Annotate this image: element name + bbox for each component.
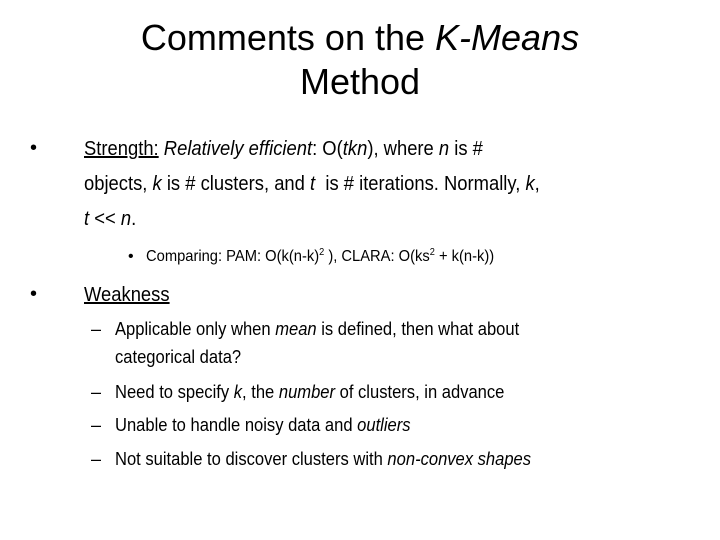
slide-title: Comments on the K-Means Method [0, 16, 720, 104]
title-line-1: Comments on the K-Means [140, 17, 580, 58]
bullet-marker: • [30, 137, 38, 159]
weakness-label-line: Weakness [84, 283, 177, 307]
strength-line-3: t << n. [84, 208, 137, 230]
dash-marker: – [91, 382, 102, 402]
title-line-2: Method [299, 61, 421, 102]
strength-label: Strength: [84, 138, 159, 160]
weakness-item-text: Not suitable to discover clusters with n… [115, 449, 532, 469]
weakness-item-text-cont: categorical data? [115, 347, 242, 367]
dash-marker: – [91, 449, 102, 469]
sub-bullet-marker: • [128, 248, 134, 265]
dash-marker: – [91, 319, 102, 339]
strength-line-2: objects, k is # clusters, and t is # ite… [84, 173, 540, 195]
dash-marker: – [91, 415, 102, 435]
comparing-line: Comparing: PAM: O(k(n-k)2 ), CLARA: O(ks… [146, 247, 495, 266]
weakness-label: Weakness [84, 284, 170, 306]
weakness-item-text: Need to specify k, the number of cluster… [115, 382, 505, 402]
strength-line-1: Strength: Relatively efficient: O(tkn), … [84, 138, 483, 160]
weakness-item-text: Applicable only when mean is defined, th… [115, 319, 520, 339]
bullet-marker: • [30, 283, 38, 305]
weakness-item-text: Unable to handle noisy data and outliers [115, 415, 411, 435]
